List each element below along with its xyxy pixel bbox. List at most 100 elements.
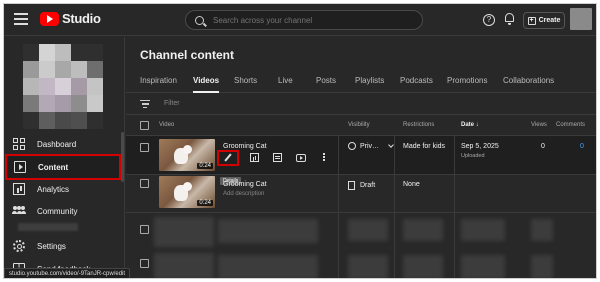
tab-collaborations[interactable]: Collaborations (503, 76, 554, 85)
sidebar: Dashboard Content Analytics Community Se… (4, 37, 125, 278)
restrictions-value: None (403, 181, 420, 188)
blurred-thumbnail (154, 217, 214, 247)
row-checkbox[interactable] (140, 179, 149, 188)
video-thumbnail[interactable]: 0:24 (159, 176, 215, 208)
page-title: Channel content (140, 48, 235, 62)
help-icon[interactable]: ? (483, 14, 495, 26)
tab-inspiration[interactable]: Inspiration (140, 76, 177, 85)
cat-head (183, 182, 192, 191)
tab-live[interactable]: Live (278, 76, 293, 85)
gear-icon (13, 240, 25, 252)
visibility-cell: Draft (348, 181, 375, 190)
video-description[interactable]: Add description (223, 191, 264, 197)
sidebar-item-analytics[interactable]: Analytics (4, 178, 124, 200)
search-icon (195, 15, 204, 25)
filter-icon[interactable] (140, 100, 150, 108)
sidebar-scrollbar[interactable] (121, 132, 124, 182)
cat-head (183, 145, 192, 154)
column-header-visibility[interactable]: Visibility (348, 122, 370, 128)
select-all-checkbox[interactable] (140, 121, 149, 130)
video-thumbnail[interactable]: 0:24 (159, 139, 215, 171)
blurred-cell (531, 219, 553, 241)
tab-shorts[interactable]: Shorts (234, 76, 257, 85)
channel-avatar[interactable] (23, 44, 103, 129)
tab-posts[interactable]: Posts (316, 76, 336, 85)
draft-icon (348, 181, 355, 190)
notifications-bell-icon[interactable] (504, 13, 515, 26)
create-plus-icon: + (527, 16, 536, 25)
sidebar-item-label: Settings (37, 241, 66, 251)
dashboard-icon (13, 138, 25, 150)
row-checkbox[interactable] (140, 225, 149, 234)
tab-videos[interactable]: Videos (193, 76, 220, 93)
blurred-cell (348, 255, 388, 278)
video-title[interactable]: Grooming Cat (223, 181, 267, 188)
create-label: Create (538, 17, 561, 24)
visibility-cell[interactable]: Priv… (348, 141, 394, 150)
column-header-video: Video (159, 122, 175, 128)
restrictions-value: Made for kids (403, 143, 446, 150)
row-checkbox[interactable] (140, 259, 149, 268)
comments-button[interactable] (271, 151, 285, 165)
column-divider (338, 136, 339, 278)
sidebar-item-label: Dashboard (37, 139, 77, 149)
sidebar-item-dashboard[interactable]: Dashboard (4, 133, 124, 155)
filter-bar: Filter (126, 93, 596, 115)
analytics-icon (13, 183, 25, 195)
column-header-restrictions[interactable]: Restrictions (403, 122, 434, 128)
hamburger-menu-icon[interactable] (14, 13, 28, 25)
youtube-icon (296, 154, 306, 162)
visibility-value: Draft (360, 182, 376, 189)
blurred-thumbnail (154, 253, 214, 278)
column-header-comments[interactable]: Comments (556, 122, 585, 128)
row-actions (216, 150, 340, 166)
column-header-date[interactable]: Date ↓ (461, 122, 479, 128)
blurred-cell (461, 219, 505, 241)
tab-playlists[interactable]: Playlists (355, 76, 384, 85)
column-header-views[interactable]: Views (531, 122, 547, 128)
details-button[interactable] (217, 150, 239, 166)
comments-icon (273, 153, 282, 162)
filter-input[interactable]: Filter (164, 100, 180, 107)
table-header: Video Visibility Restrictions Date ↓ Vie… (126, 115, 596, 136)
main-content: Channel content Inspiration Videos Short… (126, 37, 596, 278)
video-title[interactable]: Grooming Cat (223, 143, 267, 150)
logo-text: Studio (62, 11, 101, 26)
sidebar-item-community[interactable]: Community (4, 200, 124, 222)
video-duration: 0:24 (197, 200, 213, 206)
tab-promotions[interactable]: Promotions (447, 76, 487, 85)
analytics-button[interactable] (248, 151, 262, 165)
sidebar-item-settings[interactable]: Settings (4, 235, 124, 257)
account-avatar[interactable] (570, 8, 592, 30)
views-value: 0 (541, 143, 545, 150)
view-on-youtube-button[interactable] (294, 151, 308, 165)
row-checkbox[interactable] (140, 143, 149, 152)
options-button[interactable] (317, 151, 331, 165)
status-bar-url: studio.youtube.com/video/-9TanJR-cpw/edi… (4, 268, 131, 278)
blurred-cell (403, 255, 443, 278)
analytics-icon (250, 153, 259, 162)
tab-podcasts[interactable]: Podcasts (400, 76, 433, 85)
date-value: Sep 5, 2025 (461, 143, 499, 150)
comments-value[interactable]: 0 (580, 143, 584, 150)
more-vert-icon (323, 153, 325, 155)
blurred-title (218, 219, 318, 243)
top-bar: Studio ? + Create (4, 4, 596, 36)
visibility-value: Priv… (360, 142, 380, 150)
sidebar-item-content[interactable]: Content (5, 154, 121, 180)
sidebar-item-label: Community (37, 206, 78, 216)
content-icon (14, 161, 26, 173)
table-row[interactable]: 0:24 Grooming Cat Add description Draft … (126, 175, 596, 213)
search-input[interactable] (213, 15, 403, 25)
blurred-cell (531, 255, 553, 278)
table-row[interactable]: 0:24 Grooming Cat Priv… Made for kids Se… (126, 136, 596, 175)
studio-logo[interactable]: Studio (40, 11, 101, 26)
sidebar-item-label: Analytics (37, 184, 70, 194)
blurred-cell (403, 219, 443, 241)
youtube-play-icon (40, 11, 59, 26)
search-bar[interactable] (185, 10, 423, 30)
column-divider (394, 136, 395, 278)
pencil-icon (224, 153, 232, 162)
create-button[interactable]: + Create (523, 12, 565, 29)
blurred-cell (461, 255, 505, 278)
